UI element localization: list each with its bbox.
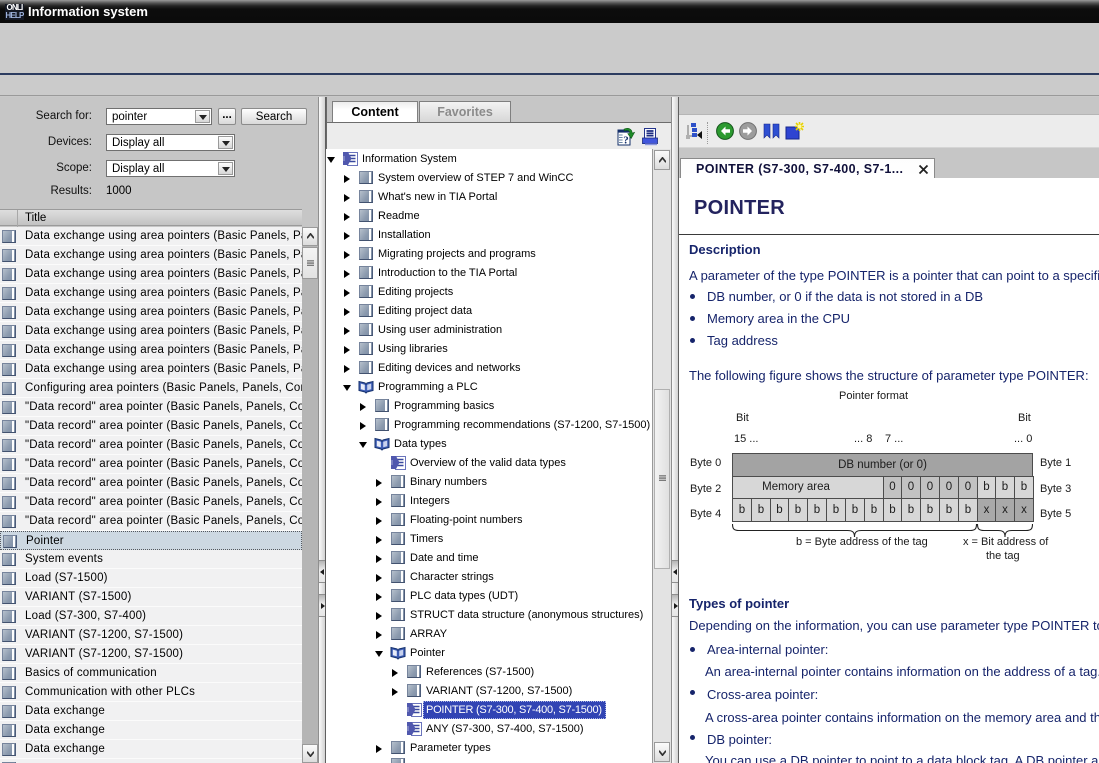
svg-text:?: ? bbox=[623, 135, 629, 147]
